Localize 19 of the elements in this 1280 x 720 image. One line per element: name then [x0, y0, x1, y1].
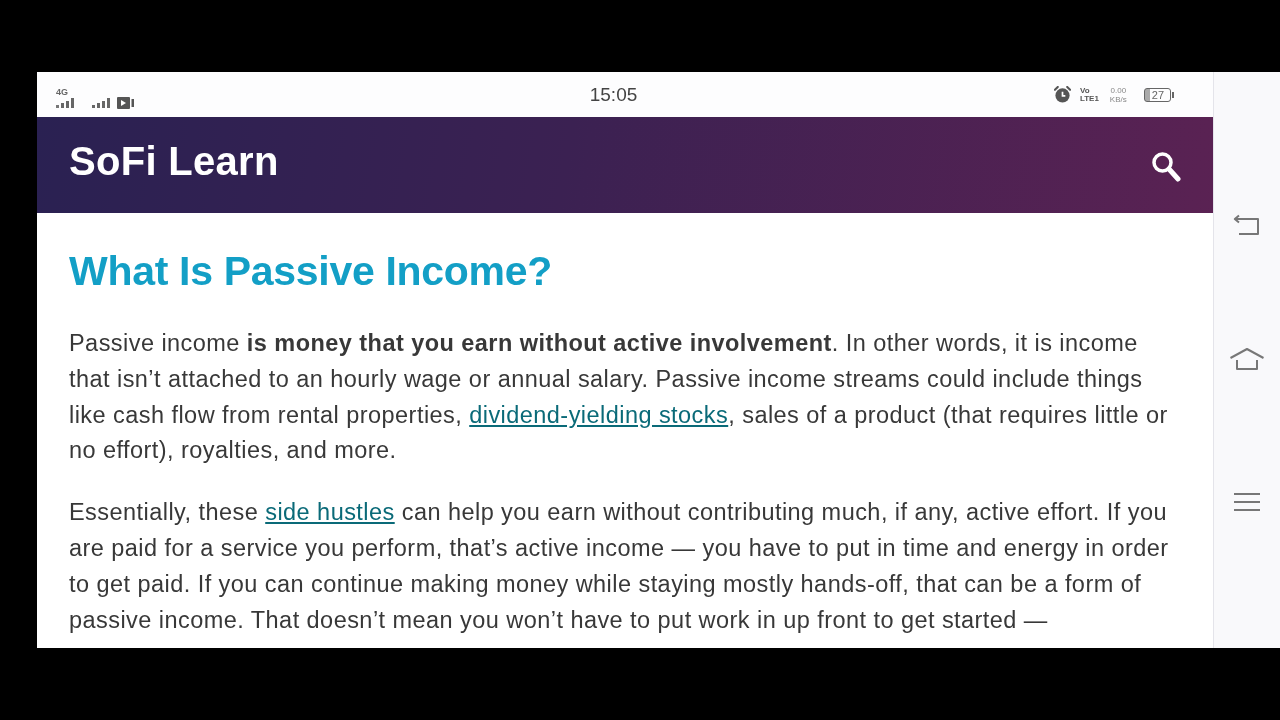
back-icon[interactable] — [1233, 214, 1261, 236]
search-icon[interactable] — [1151, 151, 1181, 183]
article-title: What Is Passive Income? — [69, 249, 553, 293]
clock: 15:05 — [589, 83, 638, 106]
battery-indicator: 27 — [1143, 87, 1171, 102]
site-logo[interactable]: SoFi Learn — [69, 138, 279, 184]
signal-icon — [56, 97, 76, 108]
network-type: 4G — [56, 87, 68, 97]
signal-icon — [92, 97, 110, 108]
paragraph: Passive income is money that you earn without active involvement. In other words, it is income that isn’t attached to an hourly wage or annual salary. Passive income streams could include things like cash flow from rental properties, dividend-yielding stocks, sales of a product (that requires little or no effort), royalties, and more. — [69, 329, 1169, 466]
volte-indicator: Vo LTE1 — [1079, 86, 1099, 103]
alarm-clock-icon — [1053, 86, 1071, 103]
text-link[interactable]: side hustles — [265, 499, 395, 526]
text-link[interactable]: dividend-yielding stocks — [469, 401, 729, 428]
home-icon[interactable] — [1229, 347, 1265, 371]
paragraph: Essentially, these side hustles can help you earn without contributing much, if any, active effort. If you are paid for a service you perform, that’s active income — you have to put in time and energy in order to get paid. If you can continue making money while staying mostly hands-off, that can be a form of passive income. That doesn’t mean you won’t have to put work in up front to get started — — [69, 498, 1170, 635]
menu-icon[interactable] — [1233, 492, 1261, 512]
network-speed: 0.00 KB/s — [1109, 85, 1127, 104]
video-camera-icon — [117, 96, 134, 109]
